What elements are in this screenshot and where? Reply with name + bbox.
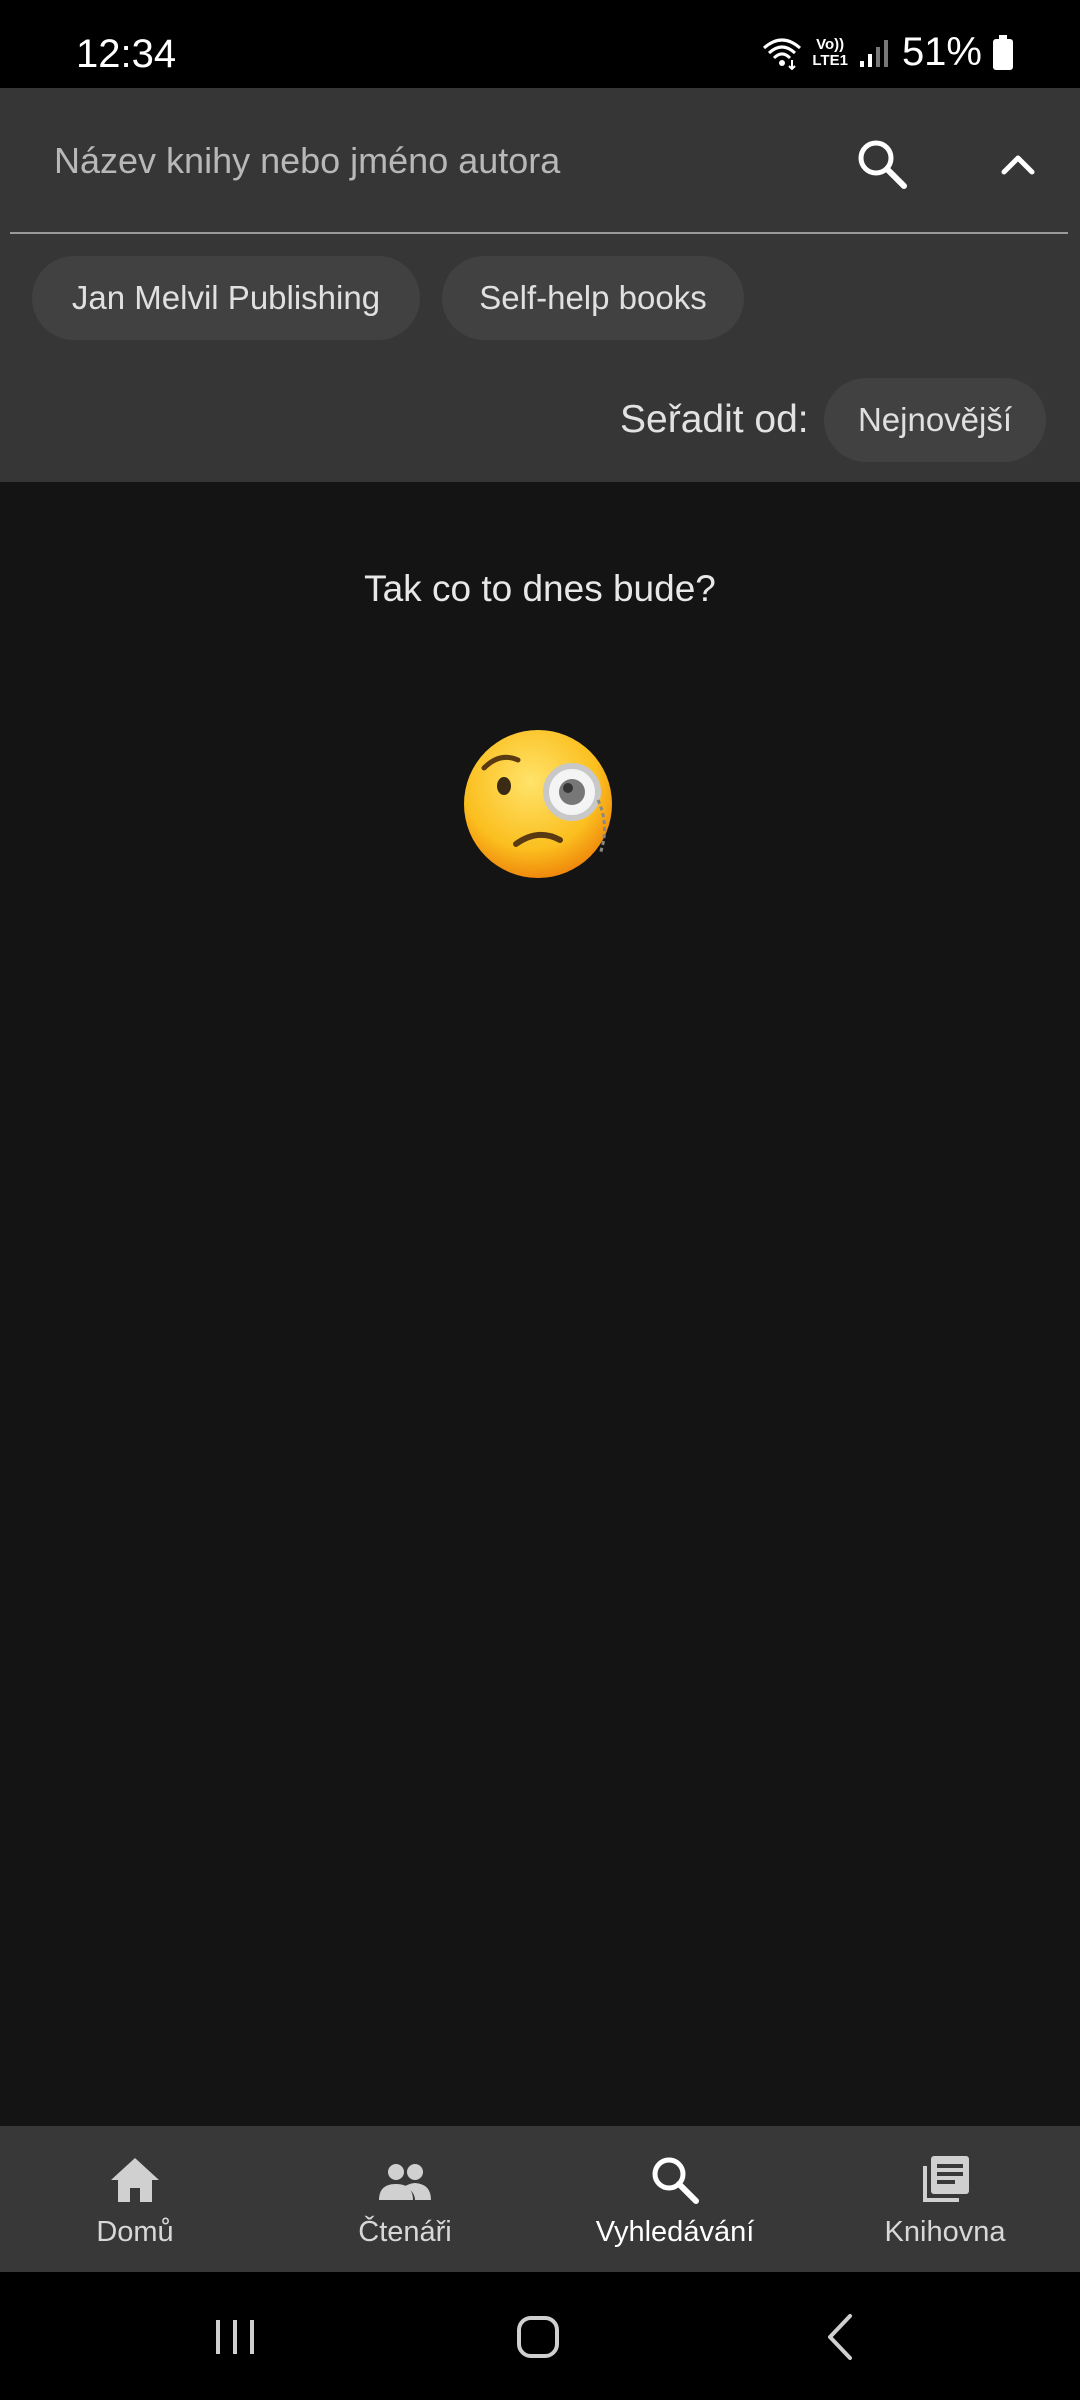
face-with-monocle-icon (464, 730, 612, 878)
filter-chip-category[interactable]: Self-help books (442, 256, 744, 340)
system-nav (0, 2272, 1080, 2400)
signal-icon (859, 39, 888, 67)
search-icon (652, 2157, 699, 2204)
nav-item-readers[interactable]: Čtenáři (270, 2126, 540, 2272)
battery-percent: 51% (901, 30, 982, 74)
nav-item-home[interactable]: Domů (0, 2126, 270, 2272)
chevron-up-icon[interactable] (988, 134, 1048, 194)
back-icon[interactable] (806, 2302, 876, 2372)
nav-label-library: Knihovna (884, 2216, 1006, 2248)
home-icon (111, 2158, 159, 2202)
lte-icon: Vo)) LTE1 (812, 35, 848, 69)
nav-label-readers: Čtenáři (358, 2216, 452, 2248)
status-bar: 12:34 Vo)) LTE1 51% (0, 0, 1080, 88)
wifi-icon (763, 38, 802, 70)
people-icon (379, 2164, 431, 2200)
nav-label-search: Vyhledávání (595, 2216, 755, 2248)
recents-icon[interactable] (200, 2302, 270, 2372)
search-bar (10, 88, 1068, 234)
search-input[interactable] (52, 132, 816, 190)
battery-icon (993, 34, 1013, 70)
bottom-nav: Domů Čtenáři Vyhledávání Knihovna (0, 2126, 1080, 2272)
nav-label-home: Domů (96, 2216, 174, 2248)
sort-label: Seřadit od: (620, 398, 809, 441)
sort-dropdown[interactable]: Nejnovější (824, 378, 1046, 462)
status-icons: Vo)) LTE1 51% (762, 30, 1014, 75)
status-time: 12:34 (76, 32, 177, 76)
library-icon (923, 2156, 969, 2202)
lte-label: LTE1 (812, 51, 848, 69)
empty-state-title: Tak co to dnes bude? (364, 568, 716, 609)
nav-item-library[interactable]: Knihovna (810, 2126, 1080, 2272)
search-panel: Jan Melvil Publishing Self-help books Se… (0, 88, 1080, 482)
nav-item-search[interactable]: Vyhledávání (540, 2126, 810, 2272)
volte-label: Vo)) (816, 35, 845, 53)
search-icon[interactable] (852, 134, 912, 194)
home-button-icon[interactable] (503, 2302, 573, 2372)
filter-chip-publisher[interactable]: Jan Melvil Publishing (32, 256, 420, 340)
